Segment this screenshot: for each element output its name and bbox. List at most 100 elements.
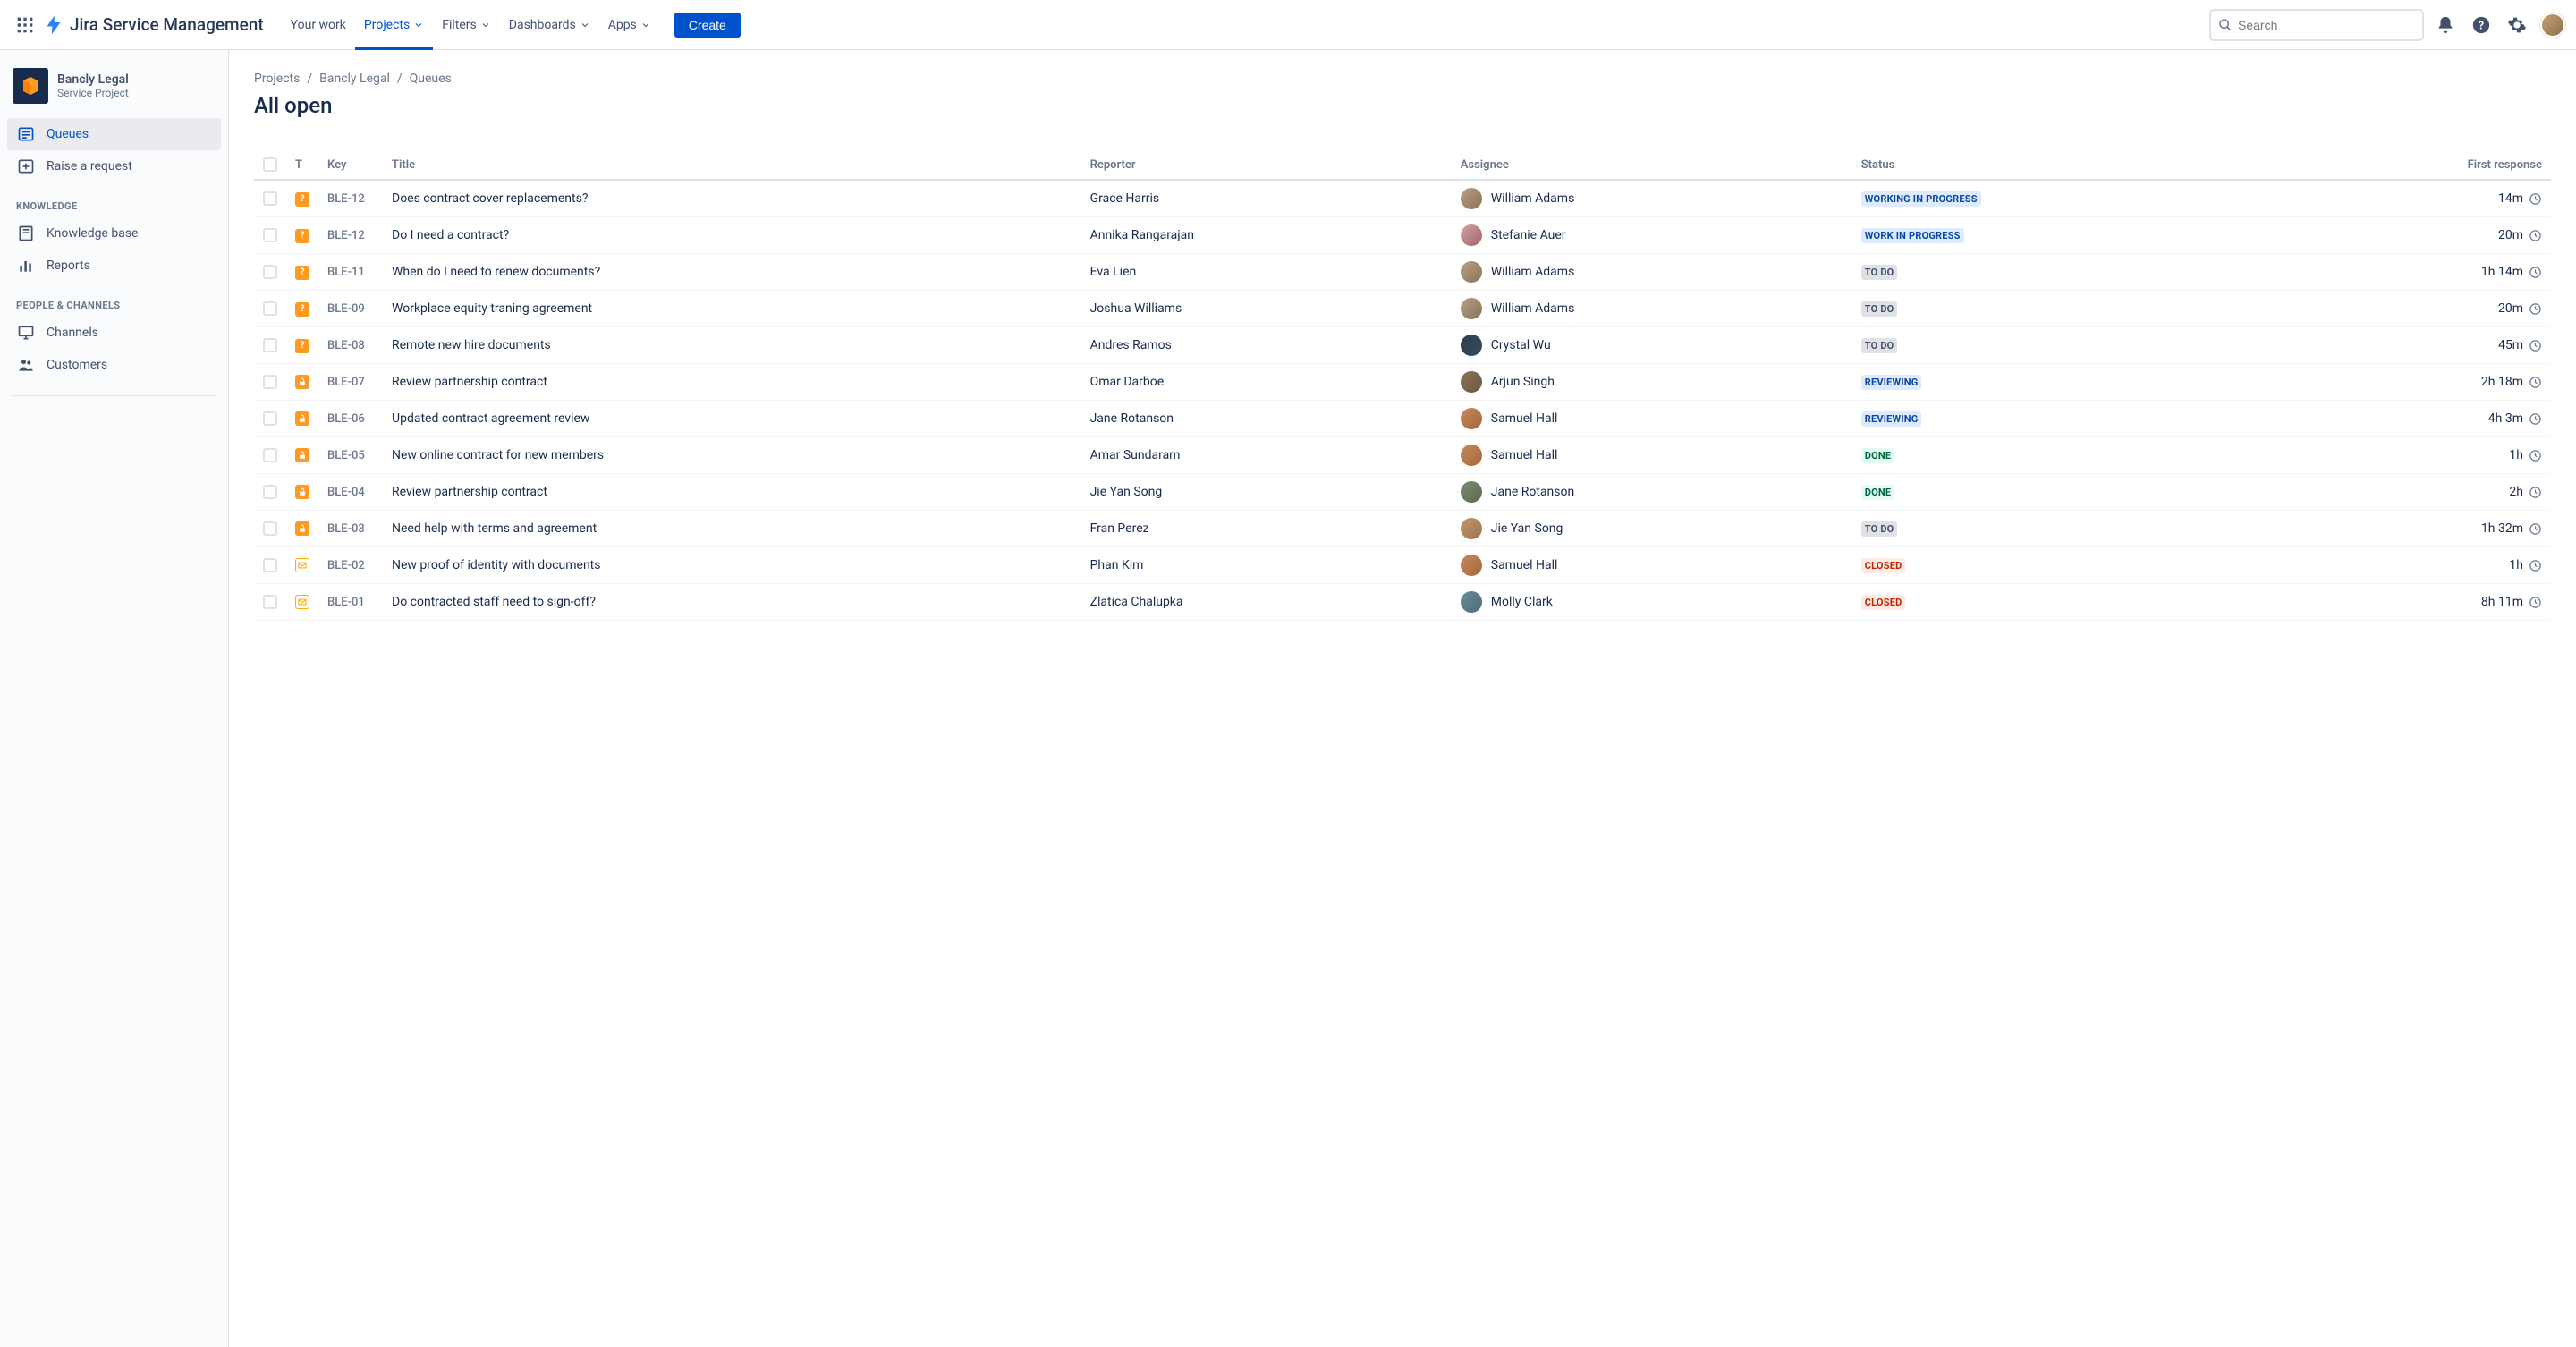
status-badge[interactable]: DONE — [1861, 448, 1894, 463]
sidebar-item-queues[interactable]: Queues — [7, 118, 221, 150]
issue-key[interactable]: BLE-01 — [318, 584, 383, 621]
issue-key[interactable]: BLE-07 — [318, 364, 383, 401]
issue-title[interactable]: Remote new hire documents — [383, 327, 1081, 364]
row-checkbox[interactable] — [263, 265, 277, 279]
table-row[interactable]: BLE-02New proof of identity with documen… — [254, 547, 2551, 584]
row-checkbox[interactable] — [263, 411, 277, 426]
nav-your-work[interactable]: Your work — [282, 13, 355, 38]
assignee-cell[interactable]: Stefanie Auer — [1461, 224, 1843, 246]
status-badge[interactable]: REVIEWING — [1861, 375, 1922, 390]
table-row[interactable]: BLE-03Need help with terms and agreement… — [254, 511, 2551, 547]
row-checkbox[interactable] — [263, 558, 277, 572]
column-header[interactable]: Assignee — [1452, 150, 1852, 180]
table-row[interactable]: ?BLE-11When do I need to renew documents… — [254, 254, 2551, 291]
issue-key[interactable]: BLE-12 — [318, 217, 383, 254]
status-badge[interactable]: WORK IN PROGRESS — [1861, 228, 1964, 243]
status-badge[interactable]: CLOSED — [1861, 558, 1906, 573]
status-badge[interactable]: TO DO — [1861, 338, 1898, 353]
issue-key[interactable]: BLE-03 — [318, 511, 383, 547]
column-header[interactable]: Key — [318, 150, 383, 180]
breadcrumb-item[interactable]: Projects — [254, 72, 300, 86]
table-row[interactable]: BLE-05New online contract for new member… — [254, 437, 2551, 474]
assignee-cell[interactable]: Samuel Hall — [1461, 445, 1843, 466]
column-header[interactable]: Reporter — [1081, 150, 1452, 180]
assignee-cell[interactable]: Arjun Singh — [1461, 371, 1843, 393]
status-badge[interactable]: TO DO — [1861, 521, 1898, 537]
sidebar-item-channels[interactable]: Channels — [7, 317, 221, 349]
assignee-cell[interactable]: Samuel Hall — [1461, 555, 1843, 576]
assignee-cell[interactable]: Samuel Hall — [1461, 408, 1843, 429]
issue-key[interactable]: BLE-12 — [318, 180, 383, 217]
table-row[interactable]: ?BLE-12Do I need a contract?Annika Ranga… — [254, 217, 2551, 254]
assignee-cell[interactable]: Molly Clark — [1461, 591, 1843, 613]
column-header[interactable]: T — [286, 150, 318, 180]
issue-title[interactable]: Do contracted staff need to sign-off? — [383, 584, 1081, 621]
sidebar-item-customers[interactable]: Customers — [7, 349, 221, 381]
issue-title[interactable]: When do I need to renew documents? — [383, 254, 1081, 291]
status-badge[interactable]: REVIEWING — [1861, 411, 1922, 427]
table-row[interactable]: BLE-07Review partnership contractOmar Da… — [254, 364, 2551, 401]
assignee-cell[interactable]: William Adams — [1461, 188, 1843, 209]
status-badge[interactable]: WORKING IN PROGRESS — [1861, 191, 1981, 207]
issue-key[interactable]: BLE-08 — [318, 327, 383, 364]
project-header[interactable]: Bancly Legal Service Project — [0, 68, 228, 118]
row-checkbox[interactable] — [263, 485, 277, 499]
issue-key[interactable]: BLE-09 — [318, 291, 383, 327]
search-input[interactable] — [2238, 18, 2415, 32]
nav-dashboards[interactable]: Dashboards — [500, 13, 599, 38]
assignee-cell[interactable]: William Adams — [1461, 261, 1843, 283]
row-checkbox[interactable] — [263, 521, 277, 536]
status-badge[interactable]: TO DO — [1861, 301, 1898, 317]
table-row[interactable]: BLE-06Updated contract agreement reviewJ… — [254, 401, 2551, 437]
search-box[interactable] — [2209, 9, 2424, 41]
column-header[interactable] — [254, 150, 286, 180]
column-header[interactable]: First response — [2270, 150, 2551, 180]
issue-key[interactable]: BLE-06 — [318, 401, 383, 437]
issue-title[interactable]: Updated contract agreement review — [383, 401, 1081, 437]
issue-title[interactable]: Review partnership contract — [383, 364, 1081, 401]
row-checkbox[interactable] — [263, 338, 277, 352]
nav-projects[interactable]: Projects — [355, 13, 433, 38]
issue-key[interactable]: BLE-04 — [318, 474, 383, 511]
nav-apps[interactable]: Apps — [599, 13, 660, 38]
status-badge[interactable]: TO DO — [1861, 265, 1898, 280]
issue-title[interactable]: Does contract cover replacements? — [383, 180, 1081, 217]
table-row[interactable]: ?BLE-08Remote new hire documentsAndres R… — [254, 327, 2551, 364]
assignee-cell[interactable]: Jie Yan Song — [1461, 518, 1843, 539]
settings-icon[interactable] — [2503, 11, 2531, 39]
table-row[interactable]: ?BLE-09Workplace equity traning agreemen… — [254, 291, 2551, 327]
select-all-checkbox[interactable] — [263, 157, 277, 172]
row-checkbox[interactable] — [263, 191, 277, 206]
row-checkbox[interactable] — [263, 301, 277, 316]
status-badge[interactable]: DONE — [1861, 485, 1894, 500]
issue-title[interactable]: Need help with terms and agreement — [383, 511, 1081, 547]
issue-title[interactable]: New online contract for new members — [383, 437, 1081, 474]
app-switcher-icon[interactable] — [11, 11, 39, 39]
column-header[interactable]: Title — [383, 150, 1081, 180]
sidebar-item-raise-a-request[interactable]: Raise a request — [7, 150, 221, 182]
assignee-cell[interactable]: Jane Rotanson — [1461, 481, 1843, 503]
status-badge[interactable]: CLOSED — [1861, 595, 1906, 610]
breadcrumb-item[interactable]: Queues — [410, 72, 452, 86]
table-row[interactable]: ?BLE-12Does contract cover replacements?… — [254, 180, 2551, 217]
row-checkbox[interactable] — [263, 448, 277, 462]
product-logo[interactable]: Jira Service Management — [43, 14, 264, 36]
table-row[interactable]: BLE-01Do contracted staff need to sign-o… — [254, 584, 2551, 621]
issue-title[interactable]: Review partnership contract — [383, 474, 1081, 511]
issue-title[interactable]: New proof of identity with documents — [383, 547, 1081, 584]
help-icon[interactable]: ? — [2467, 11, 2496, 39]
issue-title[interactable]: Do I need a contract? — [383, 217, 1081, 254]
row-checkbox[interactable] — [263, 595, 277, 609]
issue-key[interactable]: BLE-05 — [318, 437, 383, 474]
assignee-cell[interactable]: Crystal Wu — [1461, 335, 1843, 356]
table-row[interactable]: BLE-04Review partnership contractJie Yan… — [254, 474, 2551, 511]
notifications-icon[interactable] — [2431, 11, 2460, 39]
assignee-cell[interactable]: William Adams — [1461, 298, 1843, 319]
row-checkbox[interactable] — [263, 228, 277, 242]
breadcrumb-item[interactable]: Bancly Legal — [319, 72, 390, 86]
nav-filters[interactable]: Filters — [433, 13, 500, 38]
issue-key[interactable]: BLE-02 — [318, 547, 383, 584]
sidebar-item-knowledge-base[interactable]: Knowledge base — [7, 217, 221, 250]
sidebar-item-reports[interactable]: Reports — [7, 250, 221, 282]
column-header[interactable]: Status — [1852, 150, 2270, 180]
